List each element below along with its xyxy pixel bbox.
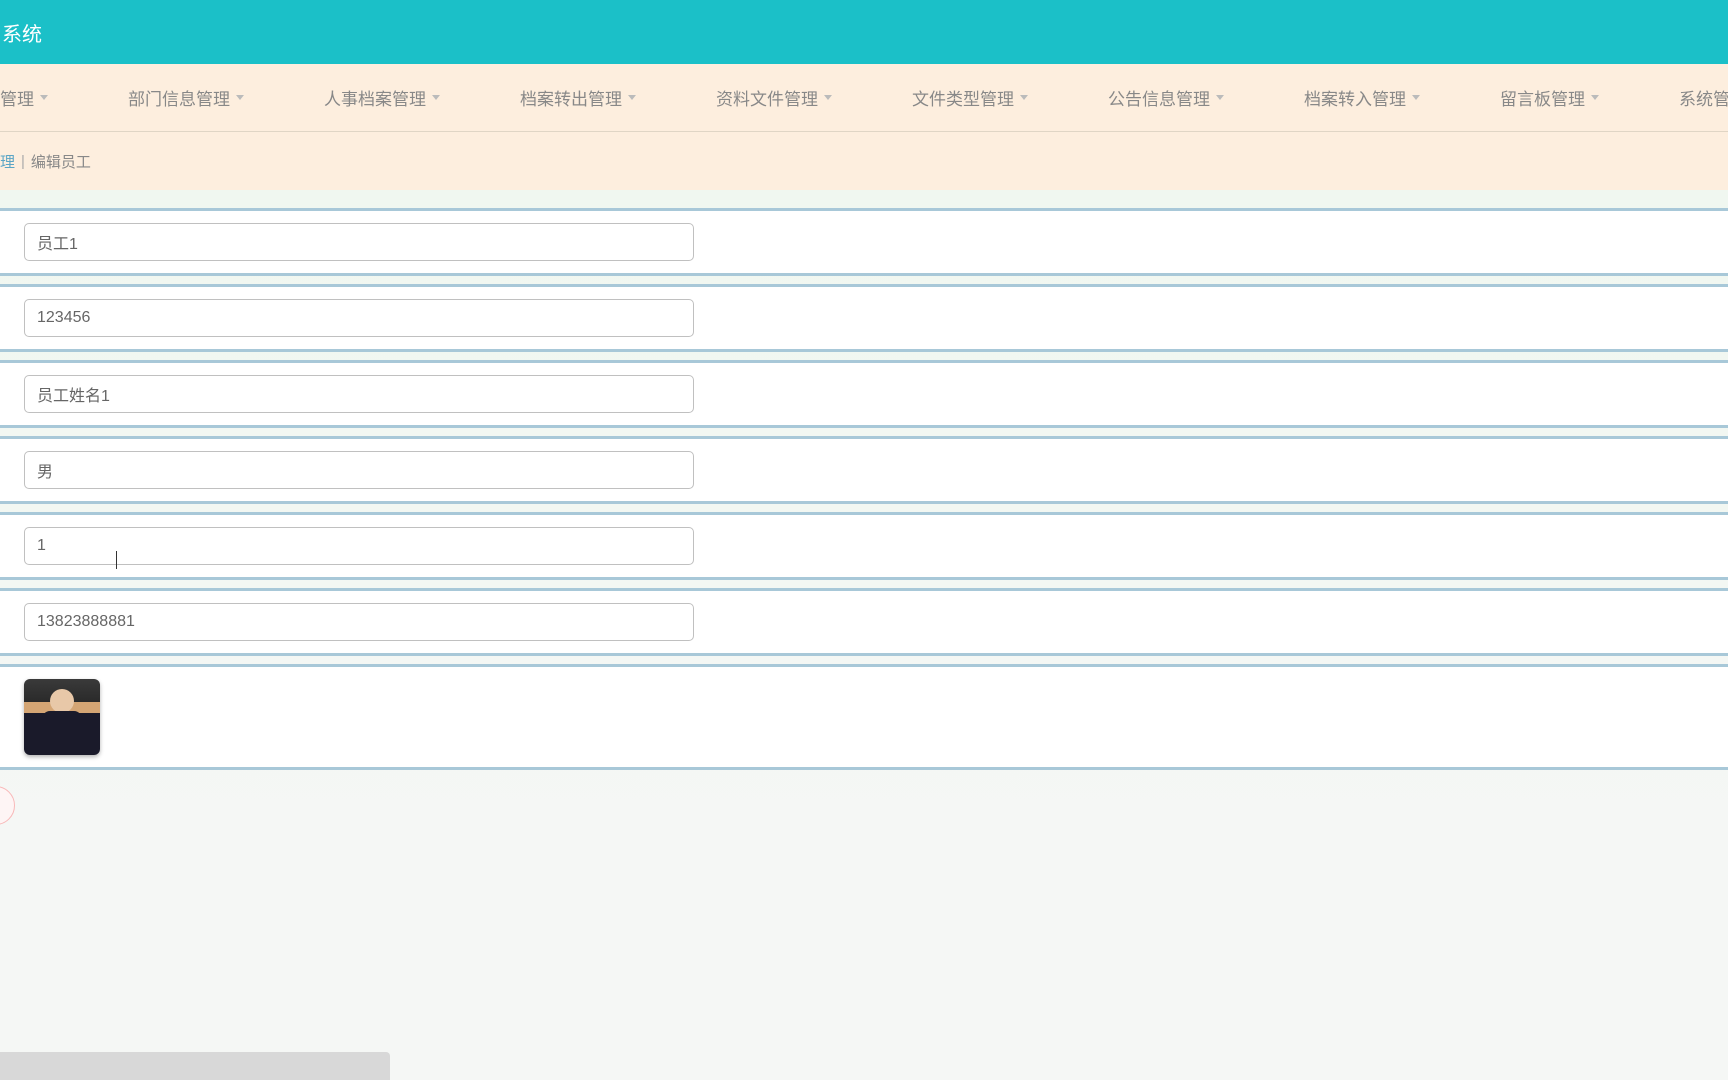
nav-label: 系统管理 — [1679, 85, 1728, 110]
text-cursor-icon — [116, 551, 117, 569]
caret-down-icon — [236, 95, 244, 100]
form-row-avatar — [0, 664, 1728, 770]
caret-down-icon — [432, 95, 440, 100]
submit-button[interactable]: ] — [0, 786, 15, 825]
nav-item-file-type[interactable]: 文件类型管理 — [872, 85, 1068, 110]
username-input[interactable] — [24, 223, 694, 261]
number-input[interactable] — [24, 527, 694, 565]
nav-item-archive-in[interactable]: 档案转入管理 — [1264, 85, 1460, 110]
caret-down-icon — [628, 95, 636, 100]
gender-input[interactable] — [24, 451, 694, 489]
bottom-status-bar — [0, 1052, 390, 1080]
nav-label: 档案转入管理 — [1304, 85, 1406, 110]
breadcrumb-separator: | — [21, 153, 25, 170]
nav-item-hr-archive[interactable]: 人事档案管理 — [284, 85, 480, 110]
nav-item-management[interactable]: 管理 — [0, 85, 88, 110]
nav-label: 部门信息管理 — [128, 85, 230, 110]
nav-label: 管理 — [0, 85, 34, 110]
header-title: 系统 — [0, 18, 42, 47]
nav-item-document[interactable]: 资料文件管理 — [676, 85, 872, 110]
form-row-password — [0, 284, 1728, 352]
main-navigation: 管理 部门信息管理 人事档案管理 档案转出管理 资料文件管理 文件类型管理 公告… — [0, 64, 1728, 132]
breadcrumb: 理 | 编辑员工 — [0, 132, 1728, 190]
form-row-number — [0, 512, 1728, 580]
caret-down-icon — [1412, 95, 1420, 100]
caret-down-icon — [1216, 95, 1224, 100]
nav-label: 档案转出管理 — [520, 85, 622, 110]
nav-label: 人事档案管理 — [324, 85, 426, 110]
caret-down-icon — [1591, 95, 1599, 100]
caret-down-icon — [1020, 95, 1028, 100]
nav-label: 文件类型管理 — [912, 85, 1014, 110]
nav-item-archive-out[interactable]: 档案转出管理 — [480, 85, 676, 110]
app-header: 系统 — [0, 0, 1728, 64]
caret-down-icon — [824, 95, 832, 100]
breadcrumb-parent-link[interactable]: 理 — [0, 151, 15, 172]
employee-avatar-image[interactable] — [24, 679, 100, 755]
form-row-username — [0, 208, 1728, 276]
nav-label: 公告信息管理 — [1108, 85, 1210, 110]
nav-item-message-board[interactable]: 留言板管理 — [1460, 85, 1639, 110]
breadcrumb-current: 编辑员工 — [31, 151, 91, 172]
form-row-gender — [0, 436, 1728, 504]
password-input[interactable] — [24, 299, 694, 337]
nav-item-system[interactable]: 系统管理 — [1639, 85, 1728, 110]
nav-label: 留言板管理 — [1500, 85, 1585, 110]
form-row-employee-name — [0, 360, 1728, 428]
employee-name-input[interactable] — [24, 375, 694, 413]
nav-item-announcement[interactable]: 公告信息管理 — [1068, 85, 1264, 110]
caret-down-icon — [40, 95, 48, 100]
nav-item-department[interactable]: 部门信息管理 — [88, 85, 284, 110]
nav-label: 资料文件管理 — [716, 85, 818, 110]
form-row-phone — [0, 588, 1728, 656]
phone-input[interactable] — [24, 603, 694, 641]
form-row-submit: ] — [0, 778, 1728, 833]
employee-edit-form: ] — [0, 190, 1728, 833]
